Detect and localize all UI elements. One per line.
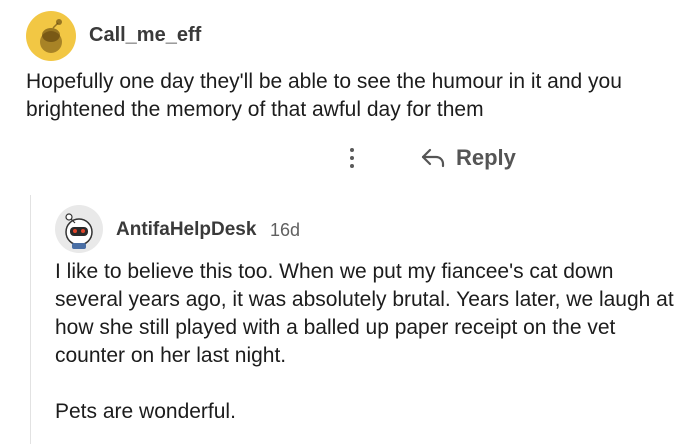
reply-label: Reply bbox=[456, 145, 516, 170]
reply-age: 16d bbox=[270, 220, 301, 240]
more-options-button[interactable] bbox=[342, 144, 362, 172]
vertical-ellipsis-icon-dot bbox=[350, 164, 354, 168]
comment-actions: Reply bbox=[0, 140, 700, 176]
reply-username[interactable]: AntifaHelpDesk bbox=[116, 219, 256, 241]
comment-username[interactable]: Call_me_eff bbox=[89, 24, 201, 47]
vertical-ellipsis-icon-dot bbox=[350, 156, 354, 160]
reply-arrow-icon bbox=[421, 148, 445, 168]
avatar[interactable] bbox=[26, 11, 76, 61]
comment-body: Hopefully one day they'll be able to see… bbox=[26, 70, 622, 121]
avatar[interactable] bbox=[55, 205, 103, 253]
vertical-ellipsis-icon bbox=[350, 148, 354, 152]
reply-paragraph: I like to believe this too. When we put … bbox=[55, 260, 674, 367]
reply-paragraph: Pets are wonderful. bbox=[55, 400, 236, 423]
reply-body: I like to believe this too. When we put … bbox=[55, 258, 685, 426]
thread-line[interactable] bbox=[30, 195, 31, 444]
reply-button[interactable]: Reply bbox=[420, 142, 516, 174]
